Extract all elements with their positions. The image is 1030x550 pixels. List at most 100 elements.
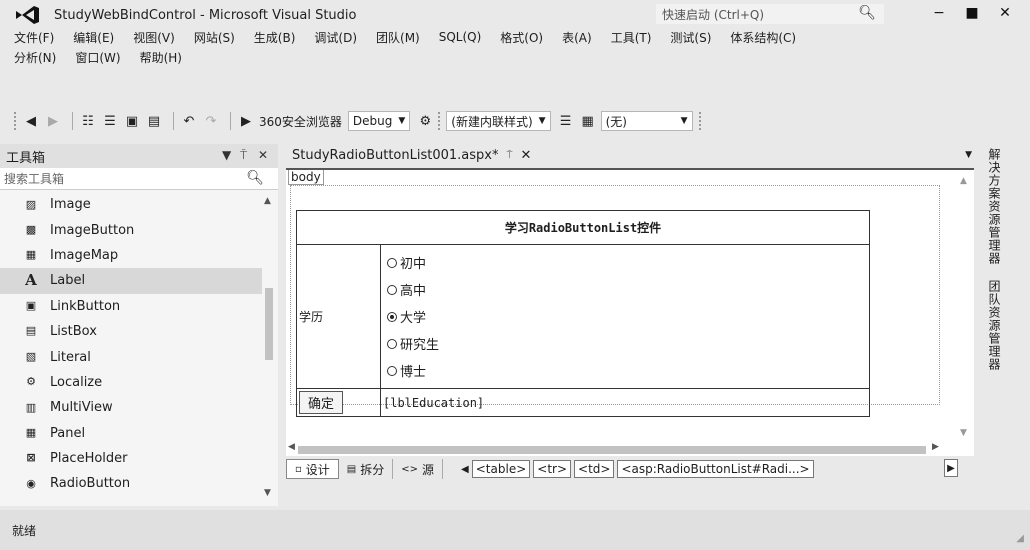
- radio-option[interactable]: 高中: [387, 276, 865, 303]
- scroll-down-icon[interactable]: ▼: [264, 488, 271, 498]
- find-in-files-button[interactable]: ⚙: [416, 111, 434, 131]
- menu-item[interactable]: SQL(Q): [439, 30, 482, 44]
- radio-unchecked-icon[interactable]: [387, 257, 397, 268]
- close-tab-icon[interactable]: ✕: [520, 148, 531, 163]
- pin-icon[interactable]: ⍑: [506, 150, 512, 161]
- close-icon[interactable]: ✕: [258, 148, 268, 162]
- toolbar-grip[interactable]: [14, 112, 18, 130]
- education-table[interactable]: 学习RadioButtonList控件 学历 初中 高中 大学 研究生 博士 确定 [l…: [296, 210, 870, 417]
- solution-explorer-tab[interactable]: 解决方案资源管理器: [986, 148, 1003, 265]
- navigate-forward-button[interactable]: ▶: [44, 111, 62, 131]
- design-horizontal-scrollbar[interactable]: ◀ ▶: [286, 442, 958, 456]
- toolbox-item[interactable]: ⊠ PlaceHolder: [0, 446, 262, 471]
- radio-unchecked-icon[interactable]: [387, 338, 397, 349]
- design-view-icon: ▫: [295, 463, 302, 475]
- toolbox-item[interactable]: A Label: [0, 268, 262, 294]
- toolbox-item[interactable]: ▨ Image: [0, 192, 262, 217]
- minimize-button[interactable]: −: [924, 2, 954, 24]
- style-application-button[interactable]: ☰: [557, 111, 575, 131]
- toolbox-search-input[interactable]: 搜索工具箱 🔍︎: [0, 168, 278, 190]
- scroll-up-icon[interactable]: ▲: [264, 196, 271, 206]
- save-all-button[interactable]: ▤: [145, 111, 163, 131]
- open-file-button[interactable]: ☰: [101, 111, 119, 131]
- menu-item[interactable]: 工具(T): [611, 29, 652, 46]
- close-window-button[interactable]: ✕: [990, 2, 1020, 24]
- toolbox-item[interactable]: ⚙ Localize: [0, 370, 262, 395]
- design-view-button[interactable]: ▫ 设计: [286, 459, 339, 479]
- browser-selector[interactable]: 360安全浏览器: [259, 113, 342, 130]
- radio-option[interactable]: 大学: [387, 303, 865, 330]
- design-vertical-scrollbar[interactable]: ▲ ▼: [958, 176, 972, 438]
- toolbox-item[interactable]: ◉ RadioButton: [0, 471, 262, 496]
- document-tab[interactable]: StudyRadioButtonList001.aspx* ⍑ ✕: [286, 144, 538, 166]
- scroll-right-icon[interactable]: ▶: [932, 442, 939, 452]
- toolbox-item[interactable]: ▦ Panel: [0, 421, 262, 446]
- menu-item[interactable]: 帮助(H): [140, 49, 182, 66]
- menu-item[interactable]: 编辑(E): [73, 29, 114, 46]
- source-view-button[interactable]: <> 源: [393, 459, 444, 479]
- maximize-button[interactable]: ■: [957, 2, 987, 24]
- radio-option[interactable]: 博士: [387, 357, 865, 384]
- start-debug-button[interactable]: ▶: [237, 111, 255, 131]
- scrollbar-thumb[interactable]: [298, 446, 926, 454]
- undo-icon: ↶: [183, 113, 195, 129]
- undo-button[interactable]: ↶: [180, 111, 198, 131]
- menu-item[interactable]: 网站(S): [194, 29, 235, 46]
- pin-icon[interactable]: ⍑: [240, 148, 247, 163]
- education-radio-list[interactable]: 初中 高中 大学 研究生 博士: [380, 244, 870, 389]
- breadcrumb-tag[interactable]: <td>: [574, 460, 615, 478]
- scroll-left-icon[interactable]: ◀: [288, 442, 295, 452]
- new-project-button[interactable]: ☷: [79, 111, 97, 131]
- menu-item[interactable]: 团队(M): [376, 29, 420, 46]
- split-view-button[interactable]: ▤ 拆分: [339, 459, 394, 479]
- toolbar-grip[interactable]: [438, 112, 442, 130]
- crumb-next-icon[interactable]: ▶: [944, 459, 958, 477]
- menu-item[interactable]: 视图(V): [133, 29, 175, 46]
- toolbox-scrollbar[interactable]: ▲ ▼: [262, 192, 276, 502]
- menu-item[interactable]: 格式(O): [500, 29, 543, 46]
- scrollbar-thumb[interactable]: [265, 288, 273, 360]
- radio-option[interactable]: 研究生: [387, 330, 865, 357]
- radio-unchecked-icon[interactable]: [387, 284, 397, 295]
- confirm-button[interactable]: 确定: [299, 391, 344, 414]
- breadcrumb-tag[interactable]: <table>: [471, 460, 531, 478]
- navigate-back-button[interactable]: ◀: [22, 111, 40, 131]
- toolbox-item[interactable]: ▤ ListBox: [0, 319, 262, 344]
- toolbar-grip[interactable]: [698, 112, 703, 130]
- redo-button[interactable]: ↷: [202, 111, 220, 131]
- crumb-previous-icon[interactable]: ◀: [461, 464, 469, 475]
- radio-checked-icon[interactable]: [387, 311, 397, 322]
- chevron-down-icon[interactable]: ▼: [222, 148, 231, 162]
- team-explorer-tab[interactable]: 团队资源管理器: [986, 280, 1003, 371]
- quick-launch-input[interactable]: 快速启动 (Ctrl+Q) 🔍︎: [656, 4, 884, 24]
- css-properties-button[interactable]: ▦: [579, 111, 597, 131]
- menu-item[interactable]: 调试(D): [314, 29, 357, 46]
- search-icon: 🔍︎: [858, 5, 876, 21]
- breadcrumb-tag[interactable]: <tr>: [533, 460, 572, 478]
- scroll-up-icon[interactable]: ▲: [960, 176, 967, 186]
- menu-item[interactable]: 窗口(W): [75, 49, 120, 66]
- tab-list-dropdown-icon[interactable]: ▼: [965, 150, 972, 160]
- menu-item[interactable]: 分析(N): [14, 49, 56, 66]
- radio-option[interactable]: 初中: [387, 249, 865, 276]
- breadcrumb-tag[interactable]: <asp:RadioButtonList#Radi...>: [617, 460, 814, 478]
- style-value-dropdown[interactable]: (无) ▼: [600, 111, 693, 131]
- menu-item[interactable]: 生成(B): [254, 29, 296, 46]
- menu-item[interactable]: 表(A): [562, 29, 592, 46]
- menu-item[interactable]: 文件(F): [14, 29, 54, 46]
- toolbox-item[interactable]: ▣ LinkButton: [0, 294, 262, 319]
- scroll-down-icon[interactable]: ▼: [960, 428, 967, 438]
- menu-item[interactable]: 测试(S): [670, 29, 711, 46]
- save-button[interactable]: ▣: [123, 111, 141, 131]
- menu-item[interactable]: 体系结构(C): [730, 29, 796, 46]
- solution-config-dropdown[interactable]: Debug ▼: [347, 111, 411, 131]
- target-rule-dropdown[interactable]: (新建内联样式) ▼: [446, 111, 551, 131]
- toolbox-item[interactable]: ▩ ImageButton: [0, 217, 262, 242]
- body-tag-label[interactable]: body: [288, 170, 324, 185]
- radio-unchecked-icon[interactable]: [387, 365, 397, 376]
- toolbox-item[interactable]: ▧ Literal: [0, 344, 262, 369]
- resize-grip-icon[interactable]: ◢: [1016, 533, 1024, 544]
- design-surface[interactable]: body 学习RadioButtonList控件 学历 初中 高中 大学 研究生 博士 …: [286, 168, 974, 456]
- toolbox-item[interactable]: ▦ ImageMap: [0, 243, 262, 268]
- toolbox-item[interactable]: ▥ MultiView: [0, 395, 262, 420]
